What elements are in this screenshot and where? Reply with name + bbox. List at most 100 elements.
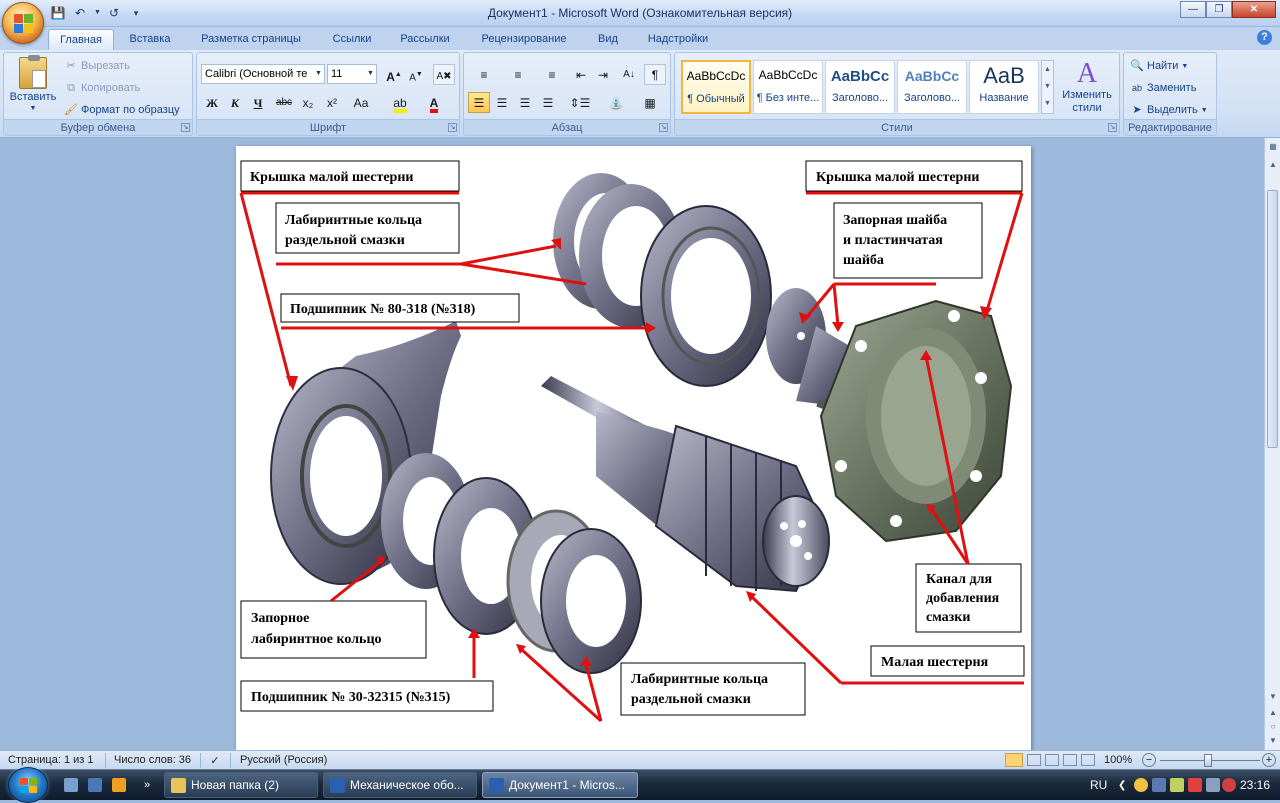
full-reading-icon[interactable]: [1027, 754, 1041, 766]
spellcheck-icon[interactable]: ✓: [208, 754, 222, 767]
prev-page-icon[interactable]: ▲: [1266, 706, 1280, 720]
browse-object-icon[interactable]: ○: [1266, 720, 1280, 734]
scroll-down-icon[interactable]: ▼: [1266, 690, 1280, 704]
styles-launcher-icon[interactable]: ↘: [1108, 123, 1117, 132]
office-button[interactable]: [2, 2, 44, 44]
change-styles-button[interactable]: A Изменить стили: [1059, 59, 1115, 115]
paste-button[interactable]: Вставить ▼: [8, 55, 58, 117]
font-color-button[interactable]: A: [419, 92, 449, 113]
close-button[interactable]: ✕: [1232, 1, 1276, 18]
tray-security-icon[interactable]: [1152, 778, 1166, 792]
find-button[interactable]: 🔍 Найти ▼: [1130, 59, 1188, 73]
language-bar[interactable]: RU: [1090, 770, 1107, 801]
style-title[interactable]: AaB Название: [969, 60, 1039, 114]
select-button[interactable]: ➤ Выделить ▼: [1130, 103, 1207, 117]
tab-review[interactable]: Рецензирование: [468, 29, 580, 50]
scroll-down-icon[interactable]: ▼: [1042, 78, 1053, 95]
style-normal[interactable]: AaBbCcDc ¶ Обычный: [681, 60, 751, 114]
shading-button[interactable]: ⛲: [600, 92, 632, 113]
web-layout-icon[interactable]: [1045, 754, 1059, 766]
tray-pc-icon[interactable]: [1206, 778, 1220, 792]
align-right-button[interactable]: ☰: [514, 92, 536, 113]
tab-view[interactable]: Вид: [588, 29, 628, 50]
tray-alert-icon[interactable]: [1188, 778, 1202, 792]
tray-expand-icon[interactable]: ❮: [1118, 770, 1126, 801]
show-marks-button[interactable]: ¶: [644, 64, 666, 85]
quicklaunch-overflow-icon[interactable]: »: [144, 770, 150, 801]
tab-home[interactable]: Главная: [48, 29, 114, 50]
clipboard-launcher-icon[interactable]: ↘: [181, 123, 190, 132]
clear-format-button[interactable]: A✖: [433, 64, 455, 85]
font-size-combo[interactable]: 11 ▼: [327, 64, 377, 84]
taskbar-item-folder[interactable]: Новая папка (2): [164, 772, 318, 798]
replace-button[interactable]: ab Заменить: [1130, 81, 1196, 95]
volume-icon[interactable]: [1222, 778, 1236, 792]
italic-button[interactable]: К: [224, 92, 246, 113]
tab-mailings[interactable]: Рассылки: [390, 29, 460, 50]
align-center-button[interactable]: ☰: [491, 92, 513, 113]
style-heading-2[interactable]: AaBbCc Заголово...: [897, 60, 967, 114]
subscript-button[interactable]: x₂: [297, 92, 319, 113]
scroll-up-icon[interactable]: ▲: [1042, 61, 1053, 78]
zoom-level[interactable]: 100%: [1104, 754, 1132, 766]
tab-references[interactable]: Ссылки: [322, 29, 382, 50]
scroll-up-icon[interactable]: ▲: [1266, 158, 1280, 172]
align-left-button[interactable]: ☰: [468, 92, 490, 113]
next-page-icon[interactable]: ▼: [1266, 734, 1280, 748]
scroll-thumb[interactable]: [1267, 190, 1278, 448]
help-icon[interactable]: ?: [1257, 30, 1272, 45]
switch-windows-icon[interactable]: [88, 778, 102, 792]
language-indicator[interactable]: Русский (Россия): [240, 754, 327, 766]
highlight-button[interactable]: ab: [385, 92, 415, 113]
tray-network-icon[interactable]: [1170, 778, 1184, 792]
document-page[interactable]: Крышка малой шестерни Лабиринтные кольца…: [236, 146, 1031, 766]
bold-button[interactable]: Ж: [201, 92, 223, 113]
grow-font-button[interactable]: A▲: [383, 64, 405, 85]
multilevel-button[interactable]: ≡: [536, 64, 568, 85]
justify-button[interactable]: ☰: [537, 92, 559, 113]
start-button[interactable]: [8, 767, 48, 803]
tab-addins[interactable]: Надстройки: [636, 29, 720, 50]
ruler-toggle-icon[interactable]: ▦: [1266, 140, 1280, 154]
restore-button[interactable]: ❐: [1206, 1, 1232, 18]
bullets-button[interactable]: ≡: [468, 64, 500, 85]
tray-app-icon[interactable]: [1134, 778, 1148, 792]
font-name-combo[interactable]: Calibri (Основной те ▼: [201, 64, 325, 84]
vertical-scrollbar[interactable]: ▦ ▲ ▼ ▲ ○ ▼: [1264, 138, 1280, 750]
print-layout-icon[interactable]: [1005, 753, 1023, 767]
tab-page-layout[interactable]: Разметка страницы: [188, 29, 314, 50]
change-case-button[interactable]: Аа: [347, 92, 375, 113]
minimize-button[interactable]: —: [1180, 1, 1206, 18]
underline-button[interactable]: Ч: [247, 92, 269, 113]
zoom-out-icon[interactable]: −: [1142, 753, 1156, 767]
font-launcher-icon[interactable]: ↘: [448, 123, 457, 132]
decrease-indent-button[interactable]: ⇤: [570, 64, 592, 85]
shrink-font-button[interactable]: A▼: [405, 64, 427, 85]
outline-icon[interactable]: [1063, 754, 1077, 766]
show-desktop-icon[interactable]: [64, 778, 78, 792]
increase-indent-button[interactable]: ⇥: [592, 64, 614, 85]
page-count[interactable]: Страница: 1 из 1: [8, 754, 94, 766]
taskbar-item-document1[interactable]: Документ1 - Micros...: [482, 772, 638, 798]
zoom-in-icon[interactable]: +: [1262, 753, 1276, 767]
clock[interactable]: 23:16: [1240, 770, 1270, 801]
format-painter-button[interactable]: 🖌 Формат по образцу: [64, 103, 180, 117]
zoom-slider-thumb[interactable]: [1204, 754, 1212, 767]
paragraph-launcher-icon[interactable]: ↘: [659, 123, 668, 132]
strikethrough-button[interactable]: abc: [273, 92, 295, 113]
media-player-icon[interactable]: [112, 778, 126, 792]
taskbar-item-word-doc[interactable]: Механическое обо...: [323, 772, 477, 798]
numbering-button[interactable]: ≡: [502, 64, 534, 85]
cut-button[interactable]: ✂ Вырезать: [64, 59, 130, 73]
more-styles-icon[interactable]: ▼: [1042, 95, 1053, 112]
borders-button[interactable]: ▦: [634, 92, 666, 113]
line-spacing-button[interactable]: ⇕☰: [564, 92, 596, 113]
copy-button[interactable]: ⧉ Копировать: [64, 81, 140, 95]
style-heading-1[interactable]: AaBbCc Заголово...: [825, 60, 895, 114]
superscript-button[interactable]: x²: [321, 92, 343, 113]
tab-insert[interactable]: Вставка: [120, 29, 180, 50]
sort-button[interactable]: A↓: [618, 64, 640, 85]
style-no-spacing[interactable]: AaBbCcDc ¶ Без инте...: [753, 60, 823, 114]
word-count[interactable]: Число слов: 36: [114, 754, 191, 766]
draft-icon[interactable]: [1081, 754, 1095, 766]
